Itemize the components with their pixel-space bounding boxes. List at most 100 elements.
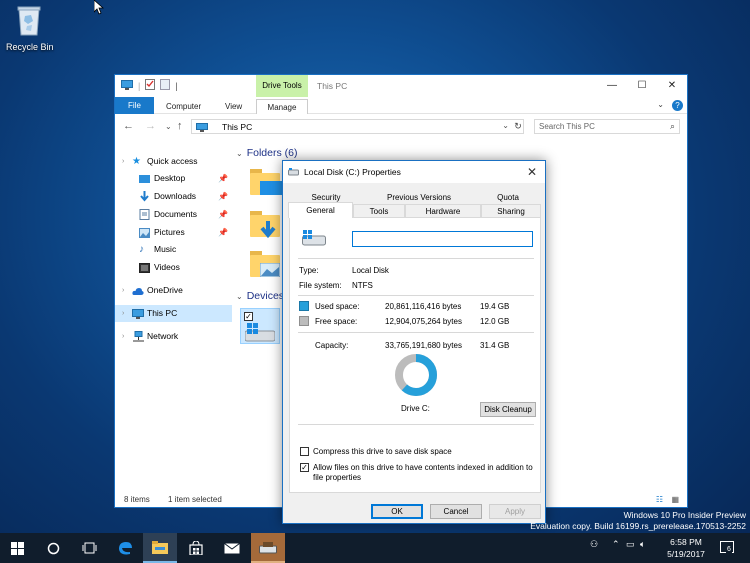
recycle-bin[interactable]: Recycle Bin	[6, 4, 54, 52]
nav-onedrive[interactable]: › OneDrive	[115, 282, 232, 299]
system-clock[interactable]: 6:58 PM 5/19/2017	[662, 536, 710, 560]
address-bar[interactable]: This PC ⌄	[191, 119, 524, 134]
tab-general[interactable]: General	[288, 202, 353, 218]
capacity-bytes: 33,765,191,680 bytes	[385, 341, 462, 350]
expand-ribbon-icon[interactable]: ⌄	[657, 100, 664, 111]
expand-chevron-icon[interactable]: ›	[122, 153, 124, 170]
dialog-titlebar: Local Disk (C:) Properties ✕	[283, 161, 545, 183]
maximize-icon[interactable]: ☐	[627, 75, 657, 97]
details-view-icon[interactable]: ☷	[656, 495, 663, 504]
capacity-label: Capacity:	[315, 341, 349, 350]
recent-locations-icon[interactable]: ⌄	[165, 122, 172, 131]
item-checkbox[interactable]: ✓	[244, 312, 253, 321]
nav-network[interactable]: › Network	[115, 328, 232, 345]
tab-previous-versions[interactable]: Previous Versions	[362, 191, 476, 204]
drive-label-input[interactable]	[352, 231, 533, 247]
windows-logo-icon	[10, 541, 24, 555]
show-hidden-icons-chevron[interactable]: ⌃	[612, 539, 620, 550]
close-icon[interactable]: ✕	[527, 165, 537, 179]
collapse-chevron-icon[interactable]: ⌄	[236, 292, 243, 301]
cortana-button[interactable]	[36, 533, 70, 563]
nav-downloads[interactable]: Downloads 📌	[115, 188, 232, 205]
new-folder-icon[interactable]	[160, 79, 171, 92]
people-icon[interactable]: ⚇	[590, 539, 598, 550]
item-count: 8 items	[124, 495, 150, 504]
used-space-swatch	[299, 301, 309, 311]
tab-manage[interactable]: Manage	[256, 99, 308, 114]
up-arrow-icon[interactable]: ↑	[177, 120, 183, 132]
ok-button[interactable]: OK	[371, 504, 423, 519]
folder-pictures[interactable]	[250, 249, 282, 279]
address-dropdown-icon[interactable]: ⌄	[502, 121, 509, 130]
nav-documents[interactable]: Documents 📌	[115, 206, 232, 223]
nav-label: Videos	[154, 262, 180, 272]
nav-label: Documents	[154, 209, 197, 219]
collapse-chevron-icon[interactable]: ⌄	[236, 149, 243, 158]
file-explorer-taskbar-button[interactable]	[143, 533, 177, 563]
compress-checkbox[interactable]	[300, 447, 309, 456]
folders-header-text: Folders (6)	[246, 147, 298, 159]
expand-chevron-icon[interactable]: ›	[122, 305, 124, 322]
dialog-title: Local Disk (C:) Properties	[304, 167, 401, 177]
capacity-gb: 31.4 GB	[480, 341, 510, 350]
store-bag-icon	[189, 541, 203, 555]
volume-icon[interactable]: 🔈︎	[640, 539, 645, 550]
taskbar: ⚇ ⌃ ▭ 🔈︎ 6:58 PM 5/19/2017 6	[0, 533, 750, 563]
nav-label: Quick access	[147, 156, 198, 166]
properties-icon[interactable]	[145, 79, 156, 92]
refresh-icon[interactable]: ↻	[512, 119, 524, 134]
nav-pictures[interactable]: Pictures 📌	[115, 224, 232, 241]
nav-quick-access[interactable]: › ★ Quick access	[115, 153, 232, 170]
search-placeholder: Search This PC	[539, 122, 595, 131]
index-checkbox[interactable]: ✓	[300, 463, 309, 472]
help-icon[interactable]: ?	[672, 100, 683, 111]
forward-arrow-icon[interactable]: →	[145, 120, 156, 132]
drive-c-tile[interactable]: ✓	[240, 308, 280, 344]
type-label: Type:	[299, 266, 319, 275]
drive-properties-taskbar-button[interactable]	[251, 533, 285, 563]
nav-label: Music	[154, 244, 177, 254]
nav-this-pc[interactable]: › This PC	[115, 305, 232, 322]
tab-hardware[interactable]: Hardware	[405, 204, 481, 217]
task-view-button[interactable]	[72, 533, 106, 563]
folder-desktop[interactable]	[250, 167, 282, 197]
this-pc-icon	[132, 308, 144, 319]
nav-desktop[interactable]: Desktop 📌	[115, 170, 232, 187]
this-pc-icon[interactable]	[121, 79, 133, 92]
edge-browser-icon	[119, 542, 132, 555]
edge-button[interactable]	[108, 533, 142, 563]
nav-label: This PC	[147, 308, 178, 318]
start-button[interactable]	[0, 533, 34, 563]
tab-quota[interactable]: Quota	[476, 191, 540, 204]
nav-videos[interactable]: Videos	[115, 259, 232, 276]
build-watermark: Windows 10 Pro Insider Preview Evaluatio…	[530, 510, 746, 532]
nav-music[interactable]: ♪ Music	[115, 241, 232, 258]
minimize-icon[interactable]: —	[597, 75, 627, 97]
tab-computer[interactable]: Computer	[166, 99, 201, 114]
search-icon: ⌕	[669, 121, 675, 131]
devices-group-header[interactable]: ⌄ Devices	[236, 290, 284, 302]
expand-chevron-icon[interactable]: ›	[122, 328, 124, 345]
store-button[interactable]	[179, 533, 213, 563]
cancel-button[interactable]: Cancel	[430, 504, 482, 519]
close-icon[interactable]: ✕	[657, 75, 687, 97]
tab-tools[interactable]: Tools	[353, 204, 405, 217]
expand-chevron-icon[interactable]: ›	[122, 282, 124, 299]
tab-sharing[interactable]: Sharing	[481, 204, 541, 217]
search-box[interactable]: Search This PC ⌕	[534, 119, 680, 134]
customize-qat-icon[interactable]: |	[175, 81, 177, 91]
large-icons-view-icon[interactable]: ▦	[671, 495, 679, 504]
tab-view[interactable]: View	[225, 99, 242, 114]
folders-group-header[interactable]: ⌄ Folders (6)	[236, 147, 297, 159]
back-arrow-icon[interactable]: ←	[123, 120, 134, 132]
index-label-line1: Allow files on this drive to have conten…	[313, 463, 533, 472]
action-center-button[interactable]: 6	[720, 541, 734, 555]
ribbon-tabs: File Computer View Manage ⌄ ?	[115, 97, 687, 114]
network-status-icon[interactable]: ▭	[626, 539, 635, 550]
folder-downloads[interactable]	[250, 209, 282, 239]
free-space-gb: 12.0 GB	[480, 317, 510, 326]
disk-cleanup-button[interactable]: Disk Cleanup	[480, 402, 536, 417]
tab-file[interactable]: File	[115, 97, 154, 114]
document-icon	[139, 209, 150, 220]
mail-button[interactable]	[215, 533, 249, 563]
